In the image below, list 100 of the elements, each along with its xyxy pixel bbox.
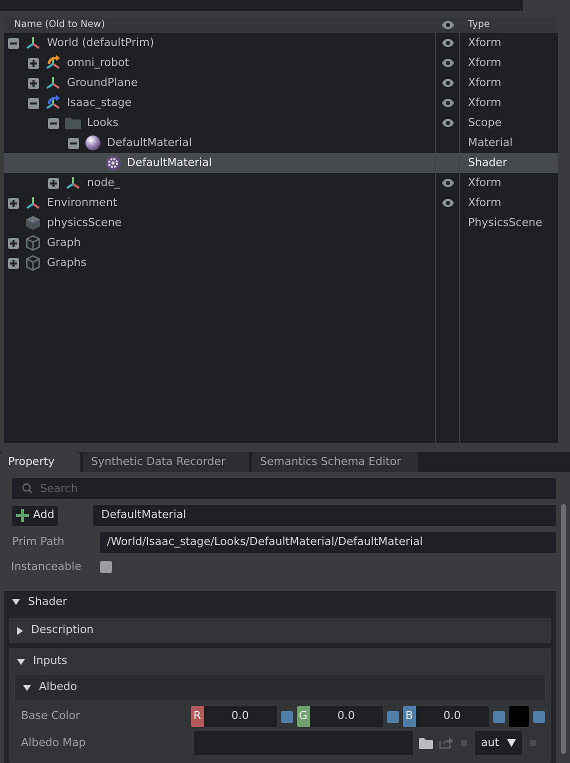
wire-cube-icon (25, 234, 41, 252)
eye-icon[interactable] (441, 198, 455, 208)
search-icon (22, 483, 33, 494)
column-header[interactable]: Type (460, 18, 490, 32)
field-label: Base Color (21, 708, 82, 724)
prim-type: Xform (467, 194, 502, 211)
tree-row[interactable]: GroundPlane Xform (4, 73, 558, 93)
collapse-icon[interactable] (48, 118, 59, 128)
axes-icon (45, 75, 61, 91)
albedo-header[interactable]: Albedo (15, 675, 545, 700)
axes-arrow-icon (45, 55, 61, 71)
axes-icon (65, 175, 81, 191)
expand-icon[interactable] (28, 78, 39, 88)
plus-icon (16, 509, 29, 522)
field-label: Albedo Map (21, 734, 87, 751)
panel-tab[interactable]: Semantics Schema Editor (252, 452, 418, 472)
cube-icon (25, 215, 41, 231)
caret-icon[interactable] (12, 599, 20, 605)
expand-icon[interactable] (28, 58, 39, 68)
eye-icon[interactable] (441, 58, 455, 68)
field-label: Prim Path (12, 534, 66, 550)
channel-badge: G (296, 706, 310, 727)
folder-icon (65, 116, 81, 130)
expand-icon[interactable] (8, 258, 19, 268)
caret-icon (17, 626, 23, 634)
prim-type: PhysicsScene (467, 214, 542, 231)
expand-icon[interactable] (48, 178, 59, 188)
caret-icon[interactable] (17, 658, 25, 664)
tree-row[interactable]: Looks Scope (4, 113, 558, 133)
eye-icon[interactable] (441, 78, 455, 88)
keyframe-icon[interactable] (492, 710, 505, 722)
prim-name: World (defaultPrim) (47, 34, 154, 51)
add-button[interactable]: Add (12, 506, 58, 526)
prim-name: Environment (47, 194, 118, 211)
expand-icon[interactable] (8, 198, 19, 208)
group-title[interactable]: Inputs (33, 653, 68, 670)
eye-icon[interactable] (441, 178, 455, 188)
sphere-icon (85, 135, 101, 151)
name-field[interactable]: DefaultMaterial (93, 505, 556, 526)
wire-cube-icon (25, 254, 41, 272)
prim-name: physicsScene (47, 214, 122, 231)
prim-path-field[interactable]: /World/Isaac_stage/Looks/DefaultMaterial/DefaultMaterial (100, 532, 556, 553)
caret-icon (23, 684, 31, 690)
tree-row[interactable]: omni_robot Xform (4, 53, 558, 73)
tree-row[interactable]: Environment Xform (4, 193, 558, 213)
tree-row[interactable]: DefaultMaterial Material (4, 133, 558, 153)
field-label: Instanceable (11, 558, 82, 575)
channel-value: 0.0 (442, 708, 462, 724)
prim-type: Xform (467, 34, 502, 51)
panel-tab[interactable]: Property (0, 452, 80, 472)
tree-row[interactable]: physicsScene PhysicsScene (4, 213, 558, 233)
expand-icon[interactable] (8, 238, 19, 248)
prim-name: GroundPlane (67, 74, 138, 91)
channel-value: 0.0 (336, 708, 356, 724)
prim-type: Scope (467, 114, 502, 131)
mode-dropdown[interactable]: aut (475, 731, 522, 755)
section-title[interactable]: Shader (28, 594, 67, 610)
prim-type: Xform (467, 54, 502, 71)
eye-icon[interactable] (441, 20, 455, 30)
axes-icon (25, 35, 41, 51)
channel-field[interactable]: B 0.0 (402, 706, 489, 727)
keyframe-icon[interactable] (533, 710, 545, 722)
tree-row[interactable]: Graph (4, 233, 558, 253)
collapse-icon[interactable] (28, 98, 39, 108)
collapse-icon[interactable] (68, 138, 79, 148)
color-swatch[interactable] (508, 706, 530, 727)
channel-badge: B (402, 706, 416, 727)
eye-icon[interactable] (441, 118, 455, 128)
collapse-icon[interactable] (8, 38, 19, 48)
prim-name: Isaac_stage (67, 94, 132, 111)
search-field[interactable]: Search (12, 478, 556, 499)
tree-row[interactable]: Isaac_stage Xform (4, 93, 558, 113)
tree-row[interactable]: DefaultMaterial Shader (4, 153, 558, 173)
prim-name: Looks (87, 114, 118, 131)
prim-name: Graph (47, 234, 81, 251)
prim-type: Xform (467, 94, 502, 111)
caret-icon (507, 739, 516, 747)
gear-icon (105, 155, 121, 171)
search-field[interactable] (0, 0, 523, 11)
instanceable-checkbox[interactable] (100, 561, 112, 573)
prim-name: node_ (87, 174, 120, 191)
channel-field[interactable]: R 0.0 (190, 706, 277, 727)
channel-field[interactable]: G 0.0 (296, 706, 383, 727)
eye-icon[interactable] (441, 38, 455, 48)
column-header[interactable]: Name (Old to New) (4, 18, 436, 32)
axes-icon (25, 195, 41, 211)
tree-row[interactable]: World (defaultPrim) Xform (4, 33, 558, 53)
prim-name: omni_robot (67, 54, 130, 71)
keyframe-icon[interactable] (280, 710, 293, 722)
tree-row[interactable]: Graphs (4, 253, 558, 273)
prim-type: Material (467, 134, 513, 151)
description-header[interactable]: Description (9, 618, 551, 643)
channel-badge: R (190, 706, 204, 727)
eye-icon[interactable] (441, 98, 455, 108)
prim-name: DefaultMaterial (127, 154, 212, 171)
folder-icon[interactable] (419, 738, 433, 748)
panel-tab[interactable]: Synthetic Data Recorder (83, 452, 249, 472)
tree-row[interactable]: node_ Xform (4, 173, 558, 193)
prim-name: DefaultMaterial (107, 134, 192, 151)
keyframe-icon[interactable] (386, 710, 399, 722)
